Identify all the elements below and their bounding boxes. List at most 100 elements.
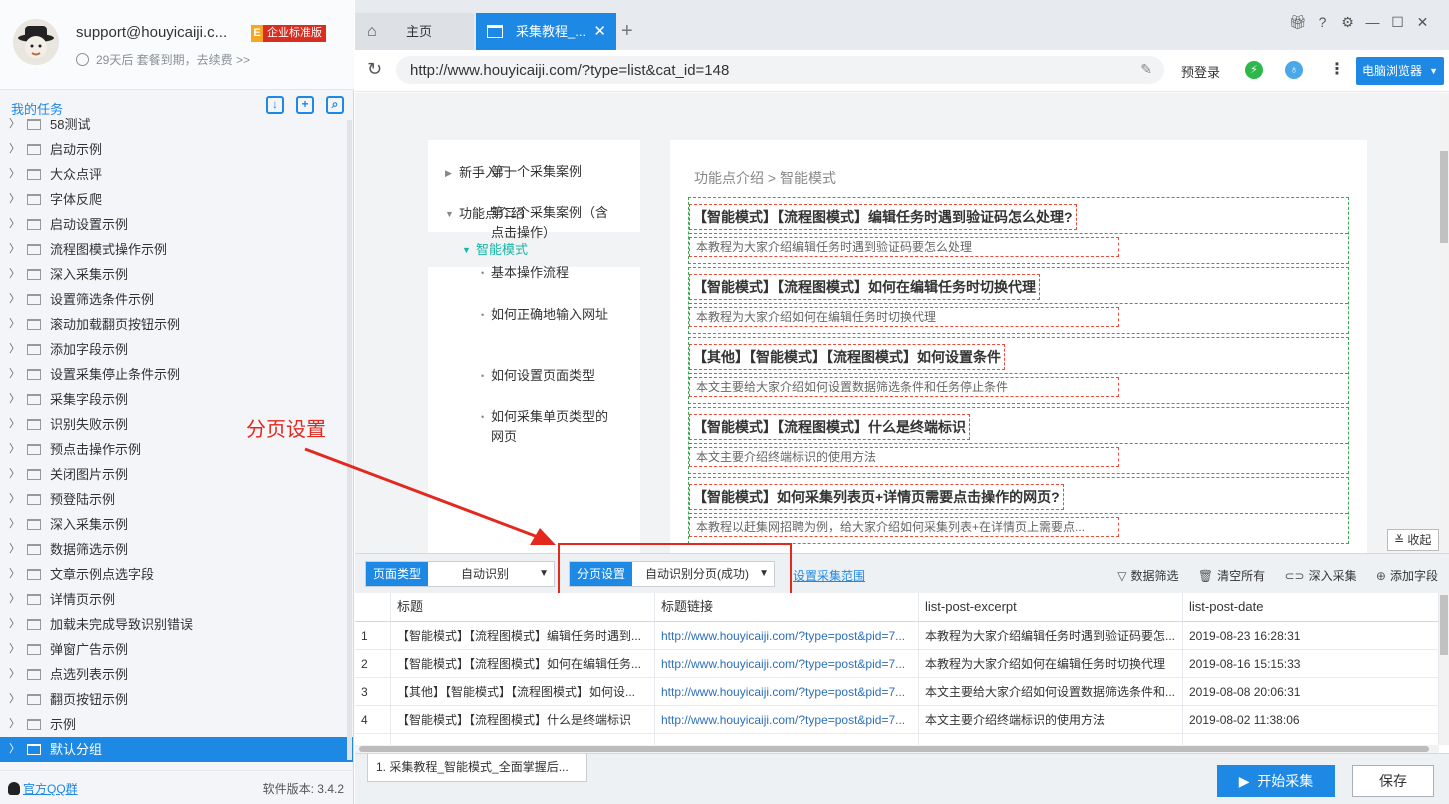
table-row[interactable]: 1 【智能模式】【流程图模式】编辑任务时遇到... http://www.houyi… (355, 622, 1439, 650)
chevron-right-icon[interactable]: 〉 (9, 487, 20, 512)
gift-icon[interactable]: 🎁︎ (1285, 14, 1310, 31)
article-item[interactable]: 【智能模式】【流程图模式】编辑任务时遇到验证码怎么处理? 本教程为大家介绍编辑任务… (688, 197, 1349, 264)
chevron-right-icon[interactable]: 〉 (9, 237, 20, 262)
collapse-button[interactable]: ≚ 收起 (1387, 529, 1439, 551)
sidebar-task-group[interactable]: 〉 设置采集停止条件示例 (0, 362, 353, 387)
sidebar-task-group[interactable]: 〉 深入采集示例 (0, 262, 353, 287)
start-collect-button[interactable]: ▶ 开始采集 (1217, 765, 1335, 797)
chevron-right-icon[interactable]: 〉 (9, 687, 20, 712)
nav-sub-item[interactable]: • 第一个采集案例 (481, 162, 611, 182)
data-filter-button[interactable]: ▽ 数据筛选 (1117, 569, 1178, 583)
article-title[interactable]: 【智能模式】【流程图模式】什么是终端标识 (689, 414, 970, 440)
sidebar-task-group[interactable]: 〉 深入采集示例 (0, 512, 353, 537)
chevron-right-icon[interactable]: 〉 (9, 637, 20, 662)
import-task-icon[interactable]: ↓ (266, 96, 284, 114)
lightning-icon[interactable]: ⚡ (1245, 61, 1263, 79)
chevron-right-icon[interactable]: 〉 (9, 287, 20, 312)
row-title[interactable]: 【智能模式】【流程图模式】什么是终端标识 (391, 706, 655, 733)
sidebar-task-group[interactable]: 〉 数据筛选示例 (0, 537, 353, 562)
nav-sub-item[interactable]: • 第二个采集案例（含点击操作） (481, 203, 611, 243)
row-index[interactable]: 1 (355, 622, 391, 649)
row-link[interactable]: http://www.houyicaiji.com/?type=post&pid… (655, 706, 919, 733)
browser-mode-dropdown[interactable]: 电脑浏览器 ▼ (1356, 57, 1444, 85)
table-scrollbar-thumb[interactable] (1440, 595, 1448, 655)
set-scope-link[interactable]: 设置采集范围 (793, 567, 865, 584)
chevron-right-icon[interactable]: 〉 (9, 612, 20, 637)
row-link[interactable]: http://www.houyicaiji.com/?type=post&pid… (655, 622, 919, 649)
table-row[interactable] (355, 734, 1439, 745)
nav-sub-item[interactable]: • 如何采集单页类型的网页 (481, 407, 611, 447)
tab-tutorial[interactable]: 采集教程_... ✕ (476, 13, 616, 50)
reload-icon[interactable]: ↻ (367, 59, 382, 80)
expire-notice[interactable]: 29天后 套餐到期，去续费 >> (76, 51, 250, 68)
row-date[interactable]: 2019-08-08 20:06:31 (1183, 678, 1439, 705)
chevron-right-icon[interactable]: 〉 (9, 137, 20, 162)
save-button[interactable]: 保存 (1352, 765, 1434, 797)
row-index[interactable]: 4 (355, 706, 391, 733)
sidebar-task-group[interactable]: 〉 大众点评 (0, 162, 353, 187)
chevron-right-icon[interactable]: 〉 (9, 662, 20, 687)
chevron-right-icon[interactable]: 〉 (9, 712, 20, 737)
article-item[interactable]: 【其他】【智能模式】【流程图模式】如何设置条件 本文主要给大家介绍如何设置数据筛选… (688, 337, 1349, 404)
chevron-right-icon[interactable]: 〉 (9, 562, 20, 587)
add-field-button[interactable]: ⊕ 添加字段 (1376, 569, 1438, 583)
qq-group-link[interactable]: 官方QQ群 (8, 780, 78, 797)
edit-url-icon[interactable]: ✎ (1140, 61, 1152, 78)
sidebar-task-group[interactable]: 〉 文章示例点选字段 (0, 562, 353, 587)
chevron-right-icon[interactable]: 〉 (9, 412, 20, 437)
chevron-right-icon[interactable]: 〉 (9, 212, 20, 237)
search-task-icon[interactable]: ⌕ (326, 96, 344, 114)
row-title[interactable]: 【智能模式】【流程图模式】如何在编辑任务... (391, 650, 655, 677)
row-excerpt[interactable] (919, 734, 1183, 745)
table-horizontal-scrollbar[interactable] (355, 745, 1439, 753)
article-item[interactable]: 【智能模式】如何采集列表页+详情页需要点击操作的网页? 本教程以赶集网招聘为例，给… (688, 477, 1349, 544)
article-title[interactable]: 【智能模式】【流程图模式】如何在编辑任务时切换代理 (689, 274, 1040, 300)
web-scrollbar[interactable] (1439, 93, 1449, 553)
chevron-right-icon[interactable]: 〉 (9, 437, 20, 462)
table-row[interactable]: 2 【智能模式】【流程图模式】如何在编辑任务... http://www.houyi… (355, 650, 1439, 678)
row-link[interactable]: http://www.houyicaiji.com/?type=post&pid… (655, 650, 919, 677)
col-header-link[interactable]: 标题链接 (655, 593, 919, 621)
chevron-right-icon[interactable]: 〉 (9, 162, 20, 187)
sidebar-task-group[interactable]: 〉 弹窗广告示例 (0, 637, 353, 662)
url-input[interactable]: http://www.houyicaiji.com/?type=list&cat… (396, 56, 1164, 84)
sidebar-task-group[interactable]: 〉 58测试 (0, 114, 353, 137)
row-index[interactable]: 3 (355, 678, 391, 705)
chevron-right-icon[interactable]: 〉 (9, 737, 20, 762)
chevron-right-icon[interactable]: 〉 (9, 337, 20, 362)
avatar[interactable] (13, 19, 59, 65)
minimize-icon[interactable]: — (1360, 14, 1385, 30)
clear-all-button[interactable]: 🗑︎ 清空所有 (1198, 569, 1265, 583)
article-title[interactable]: 【智能模式】如何采集列表页+详情页需要点击操作的网页? (689, 484, 1064, 510)
close-tab-icon[interactable]: ✕ (593, 13, 606, 50)
sidebar-task-group[interactable]: 〉 流程图模式操作示例 (0, 237, 353, 262)
table-vertical-scrollbar[interactable] (1439, 593, 1449, 745)
row-index[interactable] (355, 734, 391, 745)
chevron-right-icon[interactable]: 〉 (9, 187, 20, 212)
row-title[interactable]: 【其他】【智能模式】【流程图模式】如何设... (391, 678, 655, 705)
row-index[interactable]: 2 (355, 650, 391, 677)
sidebar-task-group[interactable]: 〉 点选列表示例 (0, 662, 353, 687)
sidebar-task-group[interactable]: 〉 启动示例 (0, 137, 353, 162)
sidebar-task-group[interactable]: 〉 启动设置示例 (0, 212, 353, 237)
table-row[interactable]: 4 【智能模式】【流程图模式】什么是终端标识 http://www.houyicai… (355, 706, 1439, 734)
article-item[interactable]: 【智能模式】【流程图模式】什么是终端标识 本文主要介绍终端标识的使用方法 (688, 407, 1349, 474)
chevron-right-icon[interactable]: 〉 (9, 587, 20, 612)
settings-gear-icon[interactable]: ⚙ (1335, 14, 1360, 31)
row-excerpt[interactable]: 本教程为大家介绍编辑任务时遇到验证码要怎... (919, 622, 1183, 649)
row-link[interactable] (655, 734, 919, 745)
row-date[interactable]: 2019-08-16 15:15:33 (1183, 650, 1439, 677)
sidebar-scrollbar[interactable] (347, 120, 352, 760)
col-header-date[interactable]: list-post-date (1183, 593, 1439, 621)
sidebar-task-group[interactable]: 〉 添加字段示例 (0, 337, 353, 362)
table-hscroll-thumb[interactable] (359, 746, 1429, 752)
chevron-right-icon[interactable]: 〉 (9, 362, 20, 387)
maximize-icon[interactable]: ☐ (1385, 14, 1410, 31)
article-title[interactable]: 【其他】【智能模式】【流程图模式】如何设置条件 (689, 344, 1005, 370)
help-icon[interactable]: ? (1310, 14, 1335, 30)
chevron-right-icon[interactable]: 〉 (9, 312, 20, 337)
chevron-right-icon[interactable]: 〉 (9, 512, 20, 537)
chevron-right-icon[interactable]: 〉 (9, 387, 20, 412)
chevron-right-icon[interactable]: 〉 (9, 462, 20, 487)
sidebar-task-group[interactable]: 〉 预登陆示例 (0, 487, 353, 512)
